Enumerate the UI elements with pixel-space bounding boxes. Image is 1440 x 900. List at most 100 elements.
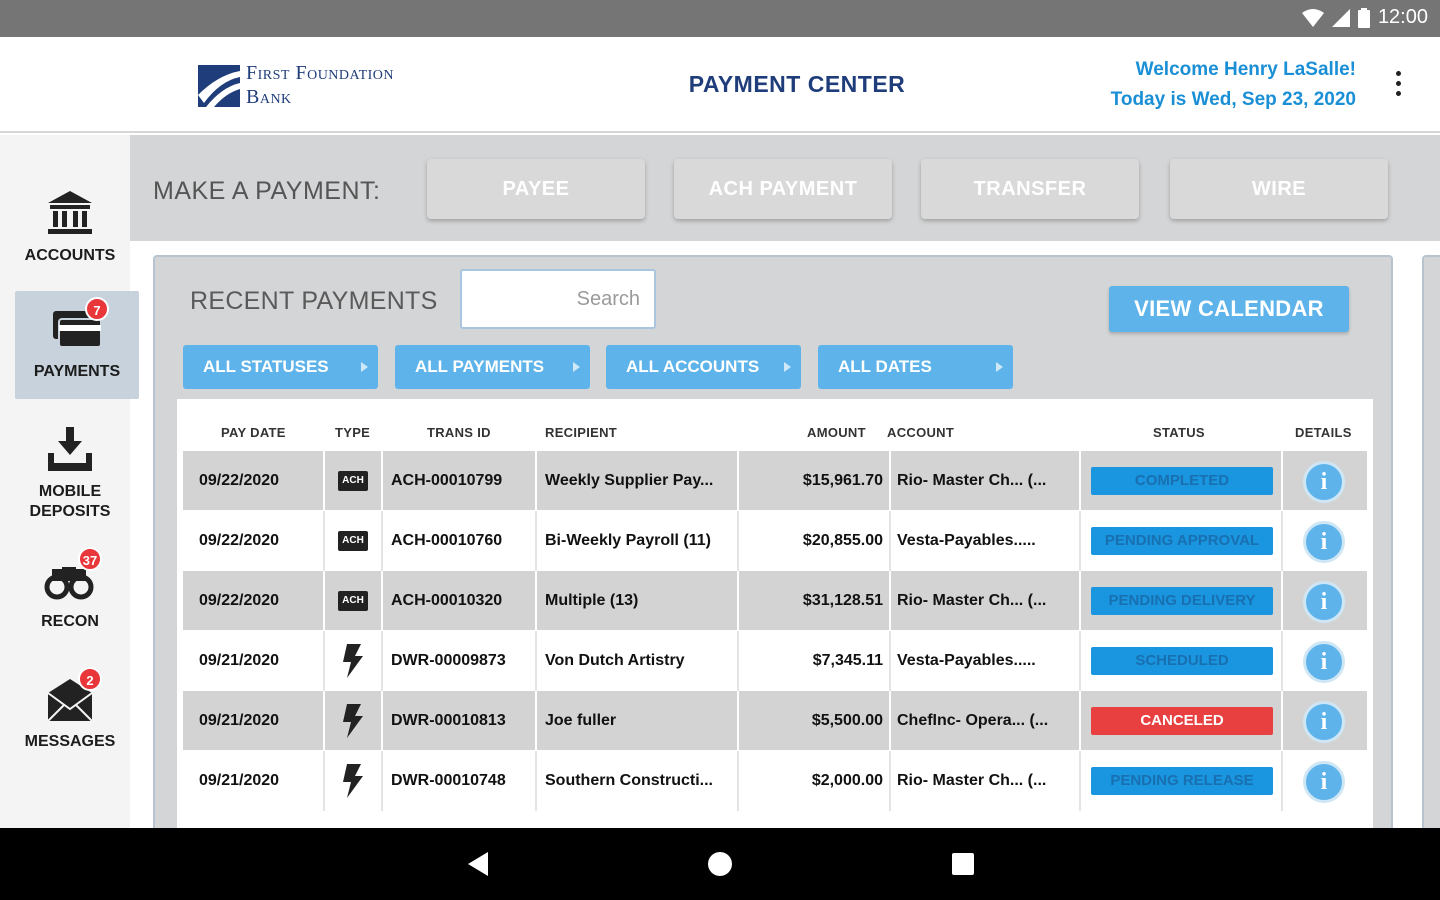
cell-trans-id: ACH-00010760 xyxy=(391,532,503,549)
table-row[interactable]: 09/21/2020 DWR-00010813 Joe fuller $5,500.0… xyxy=(183,691,1367,751)
cell-account: Vesta-Payables..... xyxy=(897,652,1036,669)
sidebar-item-label: RECON xyxy=(41,613,99,630)
logo-text: First Foundation Bank xyxy=(246,61,394,109)
cell-divider xyxy=(323,631,325,691)
cell-divider xyxy=(381,511,383,571)
binoculars-icon: 37 xyxy=(44,547,102,603)
cell-pay-date: 09/21/2020 xyxy=(199,712,280,729)
sidebar-item-mobile-deposits[interactable]: MOBILE DEPOSITS xyxy=(0,425,140,522)
cell-type: ACH xyxy=(333,451,373,511)
info-icon[interactable]: i xyxy=(1303,581,1345,623)
sidebar-item-payments[interactable]: 7 PAYMENTS xyxy=(15,291,139,399)
sidebar-item-accounts[interactable]: ACCOUNTS xyxy=(0,189,140,266)
col-trans-id[interactable]: TRANS ID xyxy=(427,425,491,440)
cell-divider xyxy=(535,751,537,811)
cell-divider xyxy=(1281,751,1283,811)
cell-divider xyxy=(1281,631,1283,691)
cell-amount: $15,961.70 xyxy=(802,472,883,489)
wire-button[interactable]: WIRE xyxy=(1170,159,1388,219)
cell-recipient: Weekly Supplier Pay... xyxy=(545,472,714,489)
cell-divider xyxy=(535,451,537,511)
transfer-button[interactable]: TRANSFER xyxy=(921,159,1139,219)
cell-trans-id: ACH-00010320 xyxy=(391,592,503,609)
table-row[interactable]: 09/21/2020 DWR-00010748 Southern Construct… xyxy=(183,751,1367,811)
cell-pay-date: 09/21/2020 xyxy=(199,772,280,789)
cell-divider xyxy=(1079,451,1081,511)
bank-logo[interactable]: First Foundation Bank xyxy=(198,61,438,111)
col-type[interactable]: TYPE xyxy=(335,425,370,440)
cell-divider xyxy=(1281,451,1283,511)
status-icons: 12:00 xyxy=(1301,6,1428,29)
cell-divider xyxy=(1281,571,1283,631)
search-input[interactable] xyxy=(460,269,656,329)
lightning-bolt-icon xyxy=(343,703,363,738)
cell-divider xyxy=(889,691,891,751)
info-icon[interactable]: i xyxy=(1303,641,1345,683)
cell-recipient: Joe fuller xyxy=(545,712,617,729)
recents-icon[interactable] xyxy=(932,828,992,900)
caret-right-icon xyxy=(573,362,580,372)
cell-recipient: Bi-Weekly Payroll (11) xyxy=(545,532,711,549)
sidebar-item-messages[interactable]: 2 MESSAGES xyxy=(0,667,140,752)
filter-dates[interactable]: ALL DATES xyxy=(818,345,1013,389)
filter-label: ALL PAYMENTS xyxy=(415,357,545,376)
cell-divider xyxy=(535,691,537,751)
filter-accounts[interactable]: ALL ACCOUNTS xyxy=(606,345,801,389)
caret-right-icon xyxy=(784,362,791,372)
status-badge: PENDING RELEASE xyxy=(1091,767,1273,795)
filter-statuses[interactable]: ALL STATUSES xyxy=(183,345,378,389)
cell-signal-icon xyxy=(1331,8,1350,27)
recon-badge: 37 xyxy=(78,547,102,571)
cell-account: Rio- Master Ch... (... xyxy=(897,592,1047,609)
cell-type: ACH xyxy=(333,511,373,571)
cell-divider xyxy=(1079,691,1081,751)
table-row[interactable]: 09/22/2020 ACH ACH-00010799 Weekly Supplier… xyxy=(183,451,1367,511)
cell-pay-date: 09/22/2020 xyxy=(199,472,280,489)
cell-divider xyxy=(1079,511,1081,571)
view-calendar-button[interactable]: VIEW CALENDAR xyxy=(1109,286,1349,332)
payee-button[interactable]: PAYEE xyxy=(427,159,645,219)
table-row[interactable]: 09/22/2020 ACH ACH-00010760 Bi-Weekly Payro… xyxy=(183,511,1367,571)
cell-divider xyxy=(535,571,537,631)
info-icon[interactable]: i xyxy=(1303,761,1345,803)
cell-divider xyxy=(1281,691,1283,751)
sidebar-nav: ACCOUNTS 7 PAYMENTS MOBILE DEPOSITS 37 R… xyxy=(0,135,139,828)
home-icon[interactable] xyxy=(690,828,750,900)
current-date: Today is Wed, Sep 23, 2020 xyxy=(1110,89,1356,110)
sidebar-item-recon[interactable]: 37 RECON xyxy=(0,547,140,632)
status-badge: CANCELED xyxy=(1091,707,1273,735)
info-icon[interactable]: i xyxy=(1303,701,1345,743)
cell-divider xyxy=(737,571,739,631)
welcome-block: Welcome Henry LaSalle! Today is Wed, Sep… xyxy=(1111,55,1356,115)
cell-account: Rio- Master Ch... (... xyxy=(897,472,1047,489)
table-row[interactable]: 09/22/2020 ACH ACH-00010320 Multiple (13) $3… xyxy=(183,571,1367,631)
recent-payments-title: RECENT PAYMENTS xyxy=(190,287,438,315)
table-body: 09/22/2020 ACH ACH-00010799 Weekly Supplier… xyxy=(183,451,1367,811)
ach-payment-button[interactable]: ACH PAYMENT xyxy=(674,159,892,219)
filter-label: ALL STATUSES xyxy=(203,357,329,376)
table-row[interactable]: 09/21/2020 DWR-00009873 Von Dutch Artistry… xyxy=(183,631,1367,691)
status-badge: PENDING APPROVAL xyxy=(1091,527,1273,555)
cell-type xyxy=(333,751,373,811)
overflow-menu-icon[interactable] xyxy=(1394,71,1402,99)
info-icon[interactable]: i xyxy=(1303,521,1345,563)
col-account[interactable]: ACCOUNT xyxy=(887,425,954,440)
col-status[interactable]: STATUS xyxy=(1153,425,1205,440)
cell-divider xyxy=(889,571,891,631)
bank-icon xyxy=(44,189,96,237)
back-icon[interactable] xyxy=(450,828,510,900)
col-recipient[interactable]: RECIPIENT xyxy=(545,425,617,440)
caret-right-icon xyxy=(996,362,1003,372)
col-pay-date[interactable]: PAY DATE xyxy=(221,425,286,440)
info-icon[interactable]: i xyxy=(1303,461,1345,503)
cell-divider xyxy=(889,451,891,511)
filter-label: ALL DATES xyxy=(838,357,932,376)
col-amount[interactable]: AMOUNT xyxy=(807,425,866,440)
logo-line2: Bank xyxy=(246,86,292,108)
cell-trans-id: ACH-00010799 xyxy=(391,472,503,489)
filter-payments[interactable]: ALL PAYMENTS xyxy=(395,345,590,389)
download-tray-icon xyxy=(44,425,96,473)
cell-divider xyxy=(889,631,891,691)
system-nav-bar xyxy=(0,828,1440,900)
cell-divider xyxy=(323,511,325,571)
